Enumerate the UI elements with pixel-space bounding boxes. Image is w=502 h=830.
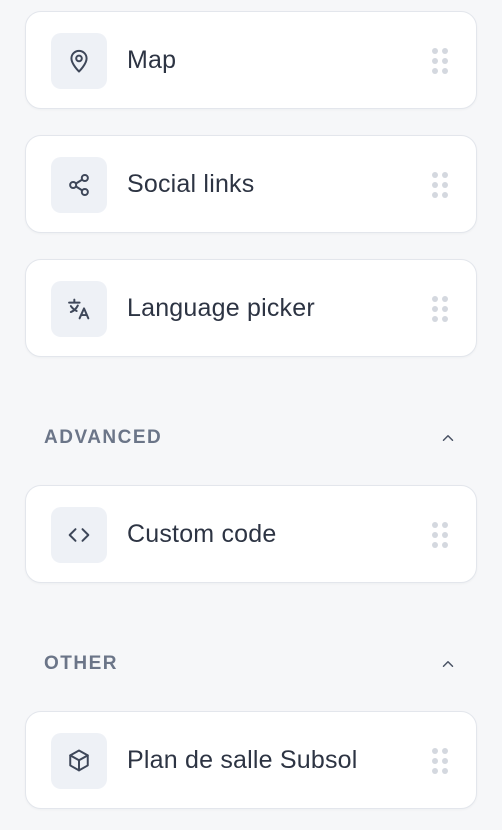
translate-icon [51, 281, 107, 337]
block-label: Custom code [127, 519, 277, 548]
drag-handle-icon[interactable] [432, 48, 448, 74]
cube-icon [51, 733, 107, 789]
code-icon [51, 507, 107, 563]
drag-handle-icon[interactable] [432, 522, 448, 548]
chevron-up-icon[interactable] [438, 654, 458, 674]
chevron-up-icon[interactable] [438, 428, 458, 448]
block-label: Language picker [127, 293, 315, 322]
block-item-plan-de-salle[interactable]: Plan de salle Subsol [25, 711, 477, 809]
block-item-map[interactable]: Map [25, 11, 477, 109]
drag-handle-icon[interactable] [432, 748, 448, 774]
share-icon [51, 157, 107, 213]
section-title: OTHER [44, 653, 118, 674]
section-title: ADVANCED [44, 427, 163, 448]
drag-handle-icon[interactable] [432, 296, 448, 322]
section-header-advanced[interactable]: ADVANCED [44, 423, 458, 453]
drag-handle-icon[interactable] [432, 172, 448, 198]
map-pin-icon [51, 33, 107, 89]
block-item-language-picker[interactable]: Language picker [25, 259, 477, 357]
block-item-custom-code[interactable]: Custom code [25, 485, 477, 583]
block-label: Plan de salle Subsol [127, 745, 358, 774]
section-header-other[interactable]: OTHER [44, 649, 458, 679]
block-label: Social links [127, 169, 255, 198]
block-item-social-links[interactable]: Social links [25, 135, 477, 233]
block-label: Map [127, 45, 177, 74]
